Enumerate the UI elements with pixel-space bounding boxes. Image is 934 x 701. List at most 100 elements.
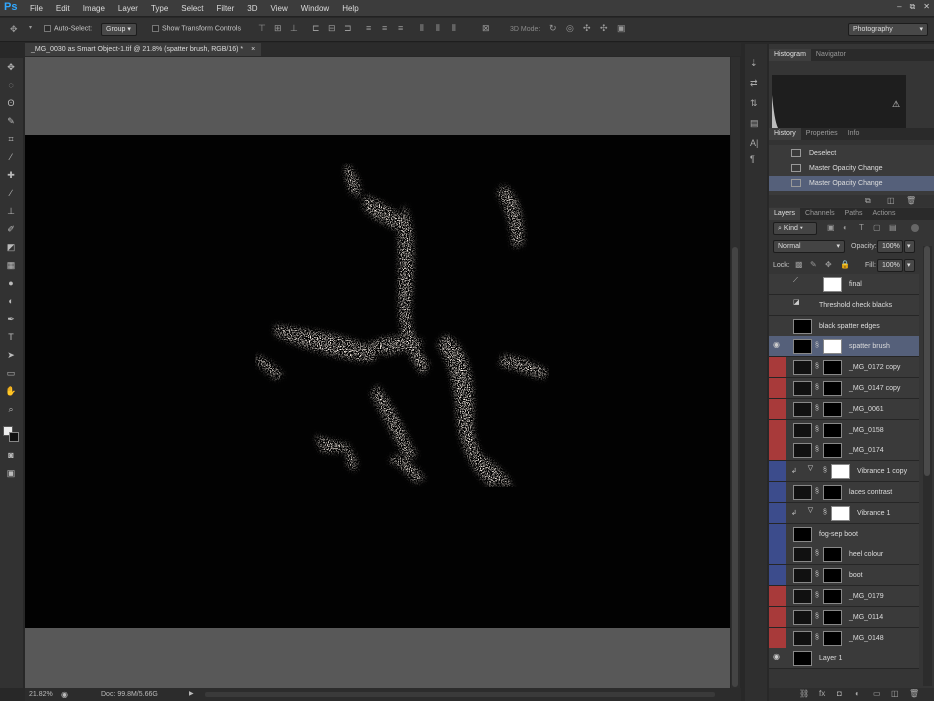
distribute-bottom-icon[interactable]: ≡ <box>398 23 403 33</box>
document-canvas[interactable] <box>25 135 730 628</box>
layer-visibility-toggle[interactable] <box>769 461 786 482</box>
scrollbar-thumb[interactable] <box>732 247 738 687</box>
layer-row[interactable]: § _MG_0179 <box>769 586 919 607</box>
layer-visibility-toggle[interactable] <box>769 502 786 523</box>
fill-field[interactable]: 100% <box>877 259 903 272</box>
swatches-icon[interactable]: ▤ <box>750 118 759 129</box>
filter-adjustment-icon[interactable]: ◐ <box>843 223 848 232</box>
align-left-icon[interactable]: ⊏ <box>312 23 320 34</box>
menu-layer[interactable]: Layer <box>118 4 138 13</box>
layer-row[interactable]: § _MG_0114 <box>769 606 919 628</box>
align-right-icon[interactable]: ⊐ <box>344 23 352 34</box>
filter-smart-object-icon[interactable]: ▤ <box>889 223 897 232</box>
layer-row[interactable]: § boot <box>769 565 919 587</box>
layer-visibility-toggle[interactable] <box>769 627 786 648</box>
zoom-level[interactable]: 21.82% <box>29 688 53 701</box>
new-document-from-state-icon[interactable]: ⧉ <box>865 196 871 206</box>
layer-row[interactable]: § _MG_0148 <box>769 627 919 649</box>
align-top-icon[interactable]: ⊤ <box>258 23 266 34</box>
layer-visibility-toggle[interactable] <box>769 295 786 315</box>
menu-help[interactable]: Help <box>342 4 358 13</box>
history-state[interactable]: Deselect <box>769 146 934 161</box>
restore-button[interactable]: ⧉ <box>910 2 916 12</box>
opacity-field[interactable]: 100% <box>877 240 903 253</box>
layer-visibility-toggle[interactable] <box>769 378 786 398</box>
scrollbar-thumb[interactable] <box>924 246 930 476</box>
delete-layer-icon[interactable]: 🗑 <box>909 689 919 698</box>
layer-visibility-toggle[interactable] <box>769 274 786 294</box>
auto-select-checkbox[interactable] <box>44 25 51 32</box>
horizontal-scrollbar[interactable] <box>205 692 715 697</box>
layer-visibility-toggle[interactable] <box>769 419 786 440</box>
background-color-swatch[interactable] <box>9 432 19 442</box>
layer-visibility-toggle[interactable] <box>769 606 786 627</box>
minimize-button[interactable]: – <box>897 2 901 12</box>
3d-slide-icon[interactable]: ✣ <box>600 23 608 34</box>
layer-row[interactable]: § _MG_0061 <box>769 398 919 420</box>
layer-visibility-toggle[interactable] <box>769 440 786 461</box>
layer-row[interactable]: § heel colour <box>769 544 919 566</box>
link-layers-icon[interactable]: ⛓ <box>799 689 809 698</box>
layer-filter-select[interactable]: ⌕ Kind ▾ <box>773 222 817 235</box>
layer-comps-icon[interactable]: ⇣ <box>750 58 758 69</box>
pen-tool-icon[interactable]: ✒ <box>4 314 18 325</box>
show-transform-controls-option[interactable]: Show Transform Controls <box>152 25 241 32</box>
new-snapshot-icon[interactable]: ◫ <box>887 196 895 205</box>
tab-properties[interactable]: Properties <box>801 128 843 140</box>
lock-position-icon[interactable]: ✥ <box>825 260 832 269</box>
layer-visibility-toggle[interactable] <box>769 565 786 586</box>
tab-channels[interactable]: Channels <box>800 208 840 220</box>
filter-pixel-icon[interactable]: ▣ <box>827 223 835 232</box>
history-brush-tool-icon[interactable]: ✐ <box>4 224 18 235</box>
layer-row[interactable]: ◪ Threshold check blacks <box>769 294 919 316</box>
path-selection-tool-icon[interactable]: ➤ <box>4 350 18 361</box>
tool-preset-dropdown-icon[interactable]: ▾ <box>29 24 32 31</box>
document-tab[interactable]: _MG_0030 as Smart Object-1.tif @ 21.8% (… <box>25 43 262 56</box>
align-bottom-icon[interactable]: ⊥ <box>290 23 298 34</box>
hand-tool-icon[interactable]: ✋ <box>4 386 18 397</box>
blur-tool-icon[interactable]: ● <box>4 278 18 288</box>
auto-select-target-select[interactable]: Group ▾ <box>101 23 137 36</box>
layer-row[interactable]: § _MG_0158 <box>769 419 919 441</box>
menu-filter[interactable]: Filter <box>217 4 235 13</box>
lasso-tool-icon[interactable]: ʘ <box>4 98 18 108</box>
fx-icon[interactable]: fx <box>819 689 825 698</box>
lock-all-icon[interactable]: 🔒 <box>840 260 850 269</box>
layer-visibility-toggle[interactable] <box>769 398 786 419</box>
filter-type-icon[interactable]: T <box>859 223 864 232</box>
quick-mask-icon[interactable]: ◙ <box>4 450 18 460</box>
layer-row[interactable]: § _MG_0174 <box>769 440 919 462</box>
lock-image-pixels-icon[interactable]: ✎ <box>810 260 817 269</box>
eraser-tool-icon[interactable]: ◩ <box>4 242 18 253</box>
layer-row[interactable]: § laces contrast <box>769 482 919 503</box>
auto-select-option[interactable]: Auto-Select: <box>44 25 92 32</box>
clone-stamp-tool-icon[interactable]: ⊥ <box>4 206 18 217</box>
layer-row[interactable]: ◉ § spatter brush <box>769 336 919 358</box>
menu-window[interactable]: Window <box>301 4 329 13</box>
tab-layers[interactable]: Layers <box>769 208 801 220</box>
dodge-tool-icon[interactable]: ◐ <box>4 296 18 306</box>
show-transform-checkbox[interactable] <box>152 25 159 32</box>
layer-visibility-toggle[interactable]: ◉ <box>769 648 786 668</box>
status-info-icon[interactable]: ◉ <box>61 688 68 701</box>
distribute-center-icon[interactable]: ≡ <box>382 23 387 33</box>
new-group-icon[interactable]: ▭ <box>873 689 881 698</box>
distribute-left-icon[interactable]: ⫴ <box>420 23 424 34</box>
move-tool-icon[interactable]: ✥ <box>4 62 18 73</box>
filter-toggle[interactable] <box>911 224 919 232</box>
healing-brush-tool-icon[interactable]: ✚ <box>4 170 18 181</box>
auto-align-icon[interactable]: ⊠ <box>482 23 490 34</box>
tab-histogram[interactable]: Histogram <box>769 49 811 61</box>
menu-file[interactable]: File <box>30 4 43 13</box>
menu-view[interactable]: View <box>271 4 288 13</box>
crop-tool-icon[interactable]: ⌗ <box>4 134 18 145</box>
fill-slider-toggle[interactable]: ▾ <box>904 259 915 272</box>
align-horizontal-center-icon[interactable]: ⊟ <box>328 23 336 34</box>
history-state[interactable]: Master Opacity Change <box>769 161 934 176</box>
blend-mode-select[interactable]: Normal ▾ <box>773 240 845 253</box>
menu-3d[interactable]: 3D <box>247 4 257 13</box>
3d-scale-icon[interactable]: ▣ <box>617 23 626 34</box>
layer-row[interactable]: ⟋ final <box>769 274 919 295</box>
menu-select[interactable]: Select <box>181 4 203 13</box>
close-button[interactable]: ✕ <box>923 2 930 12</box>
